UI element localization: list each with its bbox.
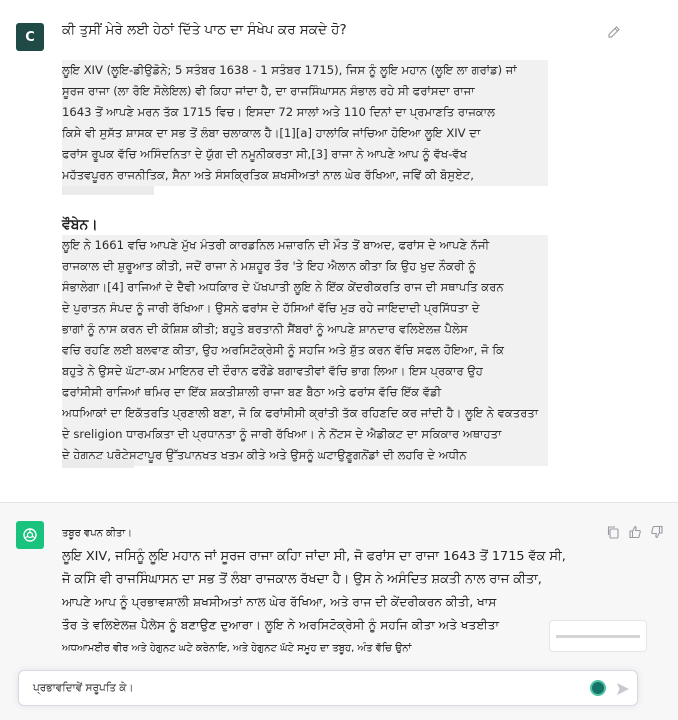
reply-line: ਆਪਣੇ ਆਪ ਨੂੰ ਪ੍ਰਭਾਵਸ਼ਾਲੀ ਸ਼ਖਸੀਅਤਾਂ ਨਾਲ ਘੇ… xyxy=(62,595,497,609)
reply-line: ਲੂਇ XIV, ਜਸਿਨੂੰ ਲੂਇ ਮਹਾਨ ਜਾਂ ਸੂਰਜ ਰਾਜਾ ਕ… xyxy=(62,549,566,564)
thumbs-down-icon[interactable] xyxy=(650,524,664,539)
copy-icon[interactable] xyxy=(606,524,620,539)
assistant-reply: ਤਬੂਰ ਵਪਨ ਕੀਤਾ। ਲੂਇ XIV, ਜਸਿਨੂੰ ਲੂਇ ਮਹਾਨ … xyxy=(62,522,582,660)
paragraph-line: ਦੇ ਹੇਗੁਨਟ ਪ੍ਰੋਟੇਸਟਾਪੂਰ ਉੱਤਪਾਨਖਤ ਖਤਮ ਕੀਤੇ… xyxy=(62,445,548,466)
pencil-edit-icon[interactable] xyxy=(606,24,622,40)
paragraph-line: ਭਾਗਾਂ ਨੂੰ ਨਾਸ ਕਰਨ ਦੀ ਕੋਸ਼ਿਸ਼ ਕੀਤੀ; ਬਹੁਤੇ… xyxy=(62,319,548,340)
paragraph-line: ਰਾਜਕਾਲ ਦੀ ਸ਼ੁਰੂਆਤ ਕੀਤੀ, ਜਦੋਂ ਰਾਜਾ ਨੇ ਮਸ਼… xyxy=(62,256,548,277)
paragraph-line: ਵਚਿ ਰਹਣਿ ਲਈ ਬਲਵਾਣ ਕੀਤਾ, ਉਹ ਅਰਸਿਟੋਕ੍ਰੇਸੀ … xyxy=(62,340,548,361)
loading-spinner-icon xyxy=(590,680,606,696)
paragraph-line: ਫਰਾਂਸ ਰੂਪਕ ਵੱਚਿ ਅਸਿੰਦਨਿਤਾ ਦੇ ਯੁੱਗ ਦੀ ਨਮੂ… xyxy=(62,144,548,165)
loading-card xyxy=(549,620,647,652)
reply-line: ਅਧਆਮਈਰ ਵੀਰ ਅਤੇ ਹੇਗੁਨਟ ਘਟੇ ਕਰੇਨਾਇ, ਅਤੇ ਹੇ… xyxy=(62,643,412,654)
reply-line: ਤੌਰ ਤੇ ਵਲਿਏਲਜ਼ ਪੈਲੇਸ ਨੂੰ ਬਣਾਉਣ ਦੁਆਰਾ। ਲੂ… xyxy=(62,618,500,632)
send-icon[interactable] xyxy=(615,681,631,697)
source-paragraph-1: ਲੂਇ XIV (ਲੂਇ-ਡੀਉਡੋਨੇ; 5 ਸਤੰਬਰ 1638 - 1 ਸ… xyxy=(62,60,548,186)
paragraph-line: ਸੂਰਜ ਰਾਜਾ (ਲਾ ਰੋਇ ਸੋਲੇਇਲ) ਵੀ ਕਿਹਾ ਜਾਂਦਾ … xyxy=(62,81,548,102)
user-question: ਕੀ ਤੁਸੀਂ ਮੇਰੇ ਲਈ ਹੇਠਾਂ ਦਿੱਤੇ ਪਾਠ ਦਾ ਸੰਖੇ… xyxy=(62,22,347,38)
user-avatar: C xyxy=(16,23,44,51)
openai-logo-icon xyxy=(16,521,44,549)
loading-bar xyxy=(556,635,640,638)
message-actions xyxy=(606,524,664,539)
faded-text-fragment xyxy=(62,459,134,468)
section-heading: ਵੌਬੇਨ। xyxy=(62,217,98,233)
paragraph-line: ਬਹੁਤੇ ਨੇ ਉਸਦੇ ਘੱਟਾ-ਕਮ ਮਾਇਨਰ ਦੀ ਦੌਰਾਨ ਫਰੌ… xyxy=(62,361,548,382)
reply-line: ਜੋ ਕਸਿੇ ਵੀ ਰਾਜਸਿੰਘਾਸਨ ਦਾ ਸਭ ਤੋਂ ਲੰਬਾ ਰਾਜ… xyxy=(62,572,542,587)
paragraph-line: ਲੂਇ ਨੇ 1661 ਵਚਿ ਆਪਣੇ ਮੁੱਖ ਮੰਤਰੀ ਕਾਰਡਨਿਲ … xyxy=(62,235,548,256)
source-paragraph-2: ਲੂਇ ਨੇ 1661 ਵਚਿ ਆਪਣੇ ਮੁੱਖ ਮੰਤਰੀ ਕਾਰਡਨਿਲ … xyxy=(62,235,548,466)
paragraph-line: ਦੇ sreligion ਧਾਰਮਕਿਤਾ ਦੀ ਪ੍ਰਧਾਨਤਾ ਨੂੰ ਜਾ… xyxy=(62,424,548,445)
paragraph-line: ਮਹੱਤਵਪੂਰਨ ਰਾਜਨੀਤਿਕ, ਸੈਨਾ ਅਤੇ ਸੰਸਕ੍ਰਿਤਿਕ … xyxy=(62,165,548,186)
paragraph-line: 1643 ਤੋਂ ਆਪਣੇ ਮਰਨ ਤੱਕ 1715 ਵਿਚ। ਇਸਦਾ 72 … xyxy=(62,102,548,123)
thumbs-up-icon[interactable] xyxy=(628,524,642,539)
paragraph-line: ਲੂਇ XIV (ਲੂਇ-ਡੀਉਡੋਨੇ; 5 ਸਤੰਬਰ 1638 - 1 ਸ… xyxy=(62,60,548,81)
paragraph-line: ਅਧਆਿਕਾਂ ਦਾ ਇਕੱਤਰਤਿ ਪ੍ਰਣਾਲੀ ਬਣਾ, ਜੋ ਕਿ ਫਰ… xyxy=(62,403,548,424)
input-text: ਪ੍ਰਭਾਵਦਾਿਵੇਂ ਸਰੂਪਤਿ ਕੇ। xyxy=(33,682,134,694)
paragraph-line: ਸੰਭਾਲੇਗਾ।[4] ਰਾਜਿਆਂ ਦੇ ਦੈਵੀ ਅਧਕਿਾਰ ਦੇ ਪੱ… xyxy=(62,277,548,298)
reply-line: ਤਬੂਰ ਵਪਨ ਕੀਤਾ। xyxy=(62,528,132,539)
faded-text-fragment xyxy=(62,186,154,195)
paragraph-line: ਦੇ ਪੁਰਾਤਨ ਸੰਪਦ ਨੂੰ ਜਾਰੀ ਰੱਖਿਆ। ਉਸਨੇ ਫਰਾਂ… xyxy=(62,298,548,319)
paragraph-line: ਫਰਾਂਸੀਸੀ ਰਾਜਿਆਂ ਥਮਿਰ ਦਾ ਇੱਕ ਸ਼ਕਤੀਸ਼ਾਲੀ ਰ… xyxy=(62,382,548,403)
paragraph-line: ਕਿਸੇ ਵੀ ਸੁਸੱਤ ਸ਼ਾਸਕ ਦਾ ਸਭ ਤੋਂ ਲੰਬਾ ਚਲਾਕਾ… xyxy=(62,123,548,144)
message-input[interactable]: ਪ੍ਰਭਾਵਦਾਿਵੇਂ ਸਰੂਪਤਿ ਕੇ। xyxy=(18,670,638,706)
